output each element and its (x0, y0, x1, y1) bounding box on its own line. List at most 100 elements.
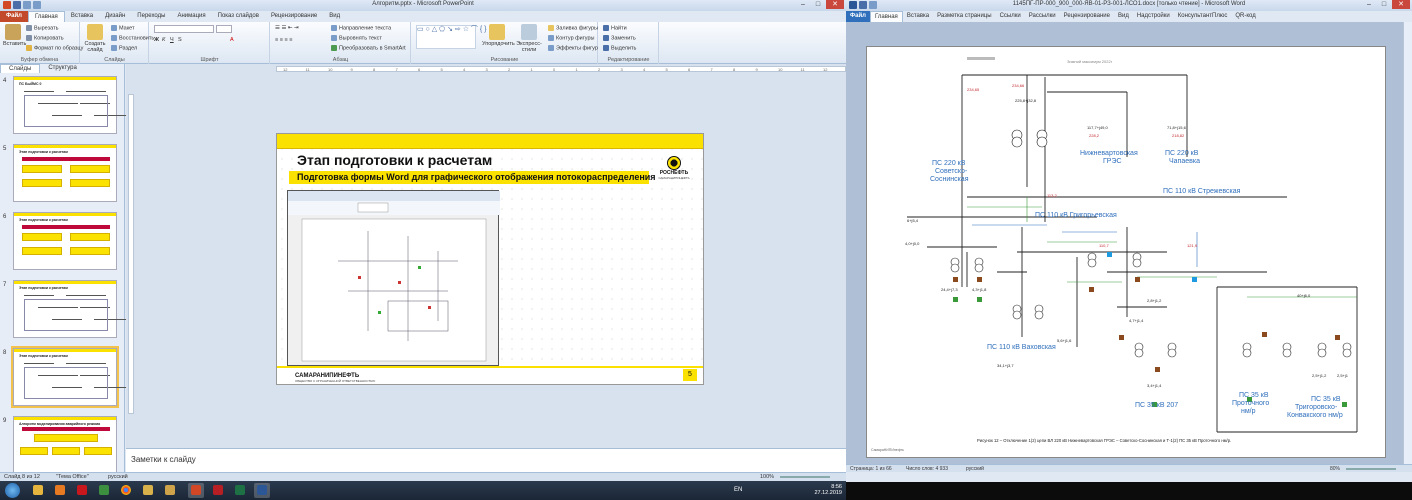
minimize-icon[interactable]: – (796, 0, 810, 9)
find-button[interactable]: Найти (603, 25, 627, 31)
tab-slides[interactable]: Слайды (0, 64, 41, 73)
font-color-button[interactable]: A (230, 37, 234, 43)
shape-effects-button[interactable]: Эффекты фигур (548, 45, 598, 51)
thumbnail-title: Этап подготовки к расчетам (19, 150, 68, 154)
chrome-icon[interactable] (118, 483, 134, 498)
word-tab-3[interactable]: Разметка страницы (933, 11, 995, 22)
word-tab-7[interactable]: Вид (1114, 11, 1133, 22)
input-language[interactable]: EN (734, 487, 742, 493)
slide-thumbnail[interactable]: Этап подготовки к расчетам (11, 346, 134, 408)
word-tab-0[interactable]: Файл (846, 11, 870, 22)
notes-pane[interactable]: Заметки к слайду (126, 448, 846, 472)
ppt-tab-3[interactable]: Дизайн (99, 11, 131, 22)
app-icon-1[interactable] (162, 483, 178, 498)
cut-button[interactable]: Вырезать (26, 25, 58, 31)
ppt-tab-4[interactable]: Переходы (131, 11, 171, 22)
ppt-tab-2[interactable]: Вставка (65, 11, 99, 22)
word-tab-1[interactable]: Главная (869, 11, 903, 22)
strikethrough-button[interactable]: S (178, 37, 182, 43)
word-tab-5[interactable]: Рассылки (1025, 11, 1060, 22)
slide-title[interactable]: Этап подготовки к расчетам (297, 152, 492, 168)
paste-button[interactable]: Вставить (3, 24, 26, 47)
replace-button[interactable]: Заменить (603, 35, 636, 41)
word-minimize-icon[interactable]: – (1362, 0, 1376, 9)
brush-icon (26, 45, 32, 51)
word-zoom-slider[interactable] (1346, 468, 1396, 470)
align-buttons[interactable]: ≡ ≡ ≡ ≡ (275, 37, 292, 43)
acrobat-icon[interactable] (74, 483, 90, 498)
start-button[interactable] (5, 483, 20, 498)
word-tab-10[interactable]: QR-код (1231, 11, 1259, 22)
slide-thumbnail[interactable]: Этап подготовки к расчетам (13, 144, 117, 202)
paste-icon (5, 24, 21, 40)
slide-thumbnail[interactable]: Этап подготовки к расчетам (13, 280, 134, 338)
italic-button[interactable]: К (162, 37, 165, 43)
ppt-tab-6[interactable]: Показ слайдов (212, 11, 265, 22)
word-tab-4[interactable]: Ссылки (996, 11, 1025, 22)
word-vertical-scrollbar[interactable] (1403, 22, 1412, 464)
ppt-tab-1[interactable]: Главная (27, 11, 65, 22)
ppt-tab-0[interactable]: Файл (0, 11, 28, 22)
shape-outline-button[interactable]: Контур фигуры (548, 35, 594, 41)
thumb-frame (24, 367, 108, 399)
word-close-icon[interactable]: ✕ (1392, 0, 1410, 9)
word-tab-6[interactable]: Рецензирование (1060, 11, 1114, 22)
shape-fill-button[interactable]: Заливка фигуры (548, 25, 598, 31)
word-tab-9[interactable]: КонсультантПлюс (1174, 11, 1232, 22)
windows-explorer-icon[interactable] (140, 483, 156, 498)
status-theme: "Тема Office" (56, 474, 89, 480)
svg-text:113,2: 113,2 (1047, 193, 1057, 198)
current-slide[interactable]: Этап подготовки к расчетам Подготовка фо… (276, 133, 704, 385)
quick-styles-button[interactable]: Экспресс-стили (512, 24, 546, 53)
text-direction-button[interactable]: Направление текста (331, 25, 391, 31)
section-button[interactable]: Раздел (111, 45, 137, 51)
word-tab-8[interactable]: Надстройки (1133, 11, 1174, 22)
select-button[interactable]: Выделить (603, 45, 636, 51)
ppt-ribbon-tabs: Файл Главная Вставка Дизайн Переходы Анимация… (0, 11, 846, 22)
font-size-select[interactable] (216, 25, 232, 33)
zoom-slider[interactable] (780, 476, 830, 478)
underline-button[interactable]: Ч (170, 37, 174, 43)
status-zoom: 100% (760, 474, 775, 480)
new-slide-button[interactable]: Создать слайд (84, 24, 106, 53)
excel-icon-1[interactable] (96, 483, 112, 498)
system-clock[interactable]: 8:56 27.12.2019 (814, 484, 842, 496)
smartart-button[interactable]: Преобразовать в SmartArt (331, 45, 406, 51)
maximize-icon[interactable]: □ (811, 0, 825, 9)
word-page[interactable]: Зимний максимум 2022г ПС 220 кВ Советско… (866, 46, 1386, 458)
ruler-mark: 11 (800, 67, 805, 72)
layout-button[interactable]: Макет (111, 25, 135, 31)
ppt-tab-8[interactable]: Вид (323, 11, 346, 22)
ppt-tab-5[interactable]: Анимация (171, 11, 211, 22)
slide-subtitle[interactable]: Подготовка формы Word для графического о… (289, 171, 656, 184)
copy-button[interactable]: Копировать (26, 35, 64, 41)
slide-thumbnail[interactable]: Этап подготовки к расчетам (13, 212, 117, 270)
align-text-button[interactable]: Выровнять текст (331, 35, 382, 41)
ruler-mark: 10 (328, 67, 333, 72)
word-tab-2[interactable]: Вставка (903, 11, 933, 22)
slide-thumbnail[interactable]: Алгоритм моделирования аварийного режима (13, 416, 117, 474)
svg-text:ПС 110 кВ Ваховская: ПС 110 кВ Ваховская (987, 344, 1056, 351)
ppt-tab-7[interactable]: Рецензирование (265, 11, 323, 22)
status-slide: Слайд 8 из 12 (4, 474, 40, 480)
slide-thumbnail[interactable]: ПС БыЙМС 0 (13, 76, 134, 134)
format-painter-button[interactable]: Формат по образцу (26, 45, 83, 51)
notes-placeholder: Заметки к слайду (131, 455, 196, 464)
explorer-icon[interactable] (30, 483, 46, 498)
word-screenshot-image[interactable] (287, 190, 500, 366)
shapes-gallery[interactable]: ▭ ○ △ ⬠ ↘ ⇨ ☆ ⌒ { } (416, 25, 487, 49)
close-icon[interactable]: ✕ (826, 0, 844, 9)
powerpoint-taskbar-icon[interactable] (188, 483, 204, 498)
tab-outline[interactable]: Структура (40, 64, 84, 73)
bullets-button[interactable]: ☰ ☰ ⇤ ⇥ (275, 25, 299, 31)
word-maximize-icon[interactable]: □ (1377, 0, 1391, 9)
font-family-select[interactable] (154, 25, 214, 33)
ppt-title-bar: Алгоритм.pptx - Microsoft PowerPoint – □… (0, 0, 846, 11)
bold-button[interactable]: Ж (154, 37, 159, 43)
word-taskbar-icon[interactable] (254, 483, 270, 498)
reset-button[interactable]: Восстановить (111, 35, 154, 41)
excel-taskbar-icon[interactable] (232, 483, 248, 498)
arrange-button[interactable]: Упорядочить (482, 24, 515, 47)
pdf-taskbar-icon[interactable] (210, 483, 226, 498)
media-icon[interactable] (52, 483, 68, 498)
